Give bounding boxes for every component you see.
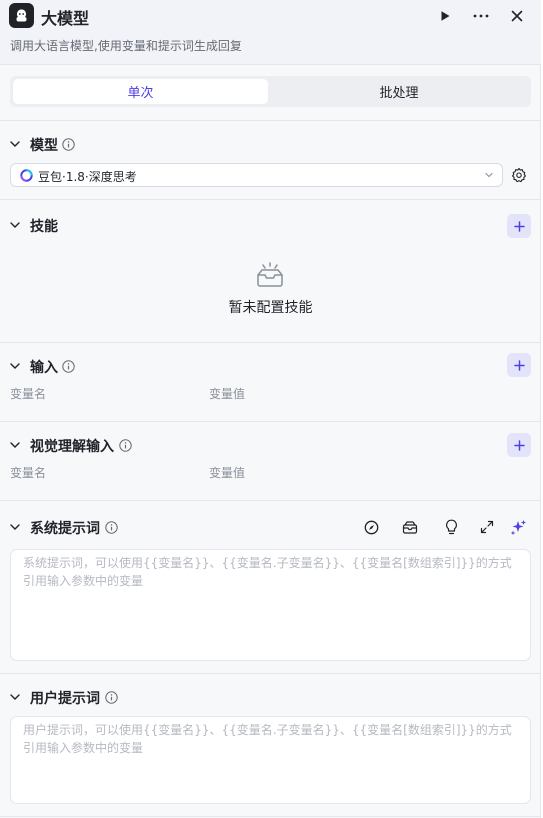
run-button[interactable] xyxy=(433,4,457,28)
system-prompt-input[interactable]: 系统提示词，可以使用{{变量名}}、{{变量名.子变量名}}、{{变量名[数组索… xyxy=(10,549,531,661)
tab-single[interactable]: 单次 xyxy=(13,79,268,104)
expand-icon[interactable] xyxy=(479,519,495,535)
plus-icon xyxy=(513,359,525,371)
divider xyxy=(0,64,541,65)
divider xyxy=(0,342,541,343)
visual-input-col-name: 变量名 xyxy=(10,466,47,480)
chevron-down-icon xyxy=(10,442,20,448)
add-input-button[interactable] xyxy=(507,353,531,377)
empty-box-icon xyxy=(257,262,283,287)
divider xyxy=(0,120,541,121)
input-col-value: 变量值 xyxy=(209,387,246,401)
info-icon[interactable] xyxy=(119,439,132,452)
info-icon[interactable] xyxy=(62,138,75,151)
chevron-down-icon xyxy=(10,694,20,700)
system-prompt-section-toggle[interactable] xyxy=(9,521,21,533)
info-icon[interactable] xyxy=(105,521,118,534)
model-section-toggle[interactable] xyxy=(9,138,21,150)
close-button[interactable] xyxy=(505,4,529,28)
plus-icon xyxy=(513,439,525,451)
chevron-down-icon xyxy=(10,524,20,530)
chevron-down-icon xyxy=(10,141,20,147)
mode-tabs: 单次 批处理 xyxy=(10,76,531,107)
visual-input-col-value: 变量值 xyxy=(209,466,246,480)
lightbulb-icon[interactable] xyxy=(443,519,459,535)
chevron-down-icon xyxy=(10,222,20,228)
user-prompt-placeholder: 用户提示词，可以使用{{变量名}}、{{变量名.子变量名}}、{{变量名[数组索… xyxy=(23,723,512,755)
skills-section-toggle[interactable] xyxy=(9,219,21,231)
add-visual-input-button[interactable] xyxy=(507,433,531,457)
visual-input-section-toggle[interactable] xyxy=(9,439,21,451)
plus-icon xyxy=(513,220,525,232)
model-settings-icon[interactable] xyxy=(511,167,527,183)
assistant-logo-icon xyxy=(9,3,34,28)
input-col-name: 变量名 xyxy=(10,387,47,401)
model-select[interactable]: 豆包·1.8·深度思考 xyxy=(10,163,503,187)
divider xyxy=(0,816,541,817)
compass-icon[interactable] xyxy=(363,519,379,535)
add-skill-button[interactable] xyxy=(507,214,531,238)
divider xyxy=(0,199,541,200)
doubao-logo-icon xyxy=(20,169,33,182)
llm-node-panel: 大模型 调用大语言模型,使用变量和提示词生成回复 单次 批处理 模型 豆包·1.… xyxy=(0,0,541,818)
play-icon xyxy=(441,11,450,21)
page-title: 大模型 xyxy=(41,9,90,28)
divider xyxy=(0,421,541,422)
info-icon[interactable] xyxy=(105,691,118,704)
system-prompt-section-title: 系统提示词 xyxy=(30,521,100,537)
user-prompt-input[interactable]: 用户提示词，可以使用{{变量名}}、{{变量名.子变量名}}、{{变量名[数组索… xyxy=(10,716,531,804)
skills-empty-text: 暂未配置技能 xyxy=(228,300,313,316)
divider xyxy=(0,673,541,674)
selected-model-name: 豆包·1.8·深度思考 xyxy=(38,170,137,184)
model-section-title: 模型 xyxy=(30,138,58,154)
user-prompt-section-toggle[interactable] xyxy=(9,691,21,703)
panel-header: 大模型 调用大语言模型,使用变量和提示词生成回复 xyxy=(0,0,541,64)
close-icon xyxy=(511,10,523,22)
more-icon xyxy=(473,14,489,18)
sparkle-icon[interactable] xyxy=(511,519,527,535)
divider xyxy=(0,500,541,501)
system-prompt-placeholder: 系统提示词，可以使用{{变量名}}、{{变量名.子变量名}}、{{变量名[数组索… xyxy=(23,556,512,588)
chevron-down-icon xyxy=(10,363,20,369)
user-prompt-section-title: 用户提示词 xyxy=(30,691,100,707)
library-icon[interactable] xyxy=(402,519,418,535)
input-section-title: 输入 xyxy=(30,360,58,376)
tab-batch[interactable]: 批处理 xyxy=(270,79,528,104)
skills-section-title: 技能 xyxy=(30,219,58,235)
chevron-down-icon xyxy=(485,172,493,178)
more-button[interactable] xyxy=(469,4,493,28)
visual-input-section-title: 视觉理解输入 xyxy=(30,439,114,455)
input-section-toggle[interactable] xyxy=(9,360,21,372)
page-subtitle: 调用大语言模型,使用变量和提示词生成回复 xyxy=(10,39,242,53)
info-icon[interactable] xyxy=(62,360,75,373)
